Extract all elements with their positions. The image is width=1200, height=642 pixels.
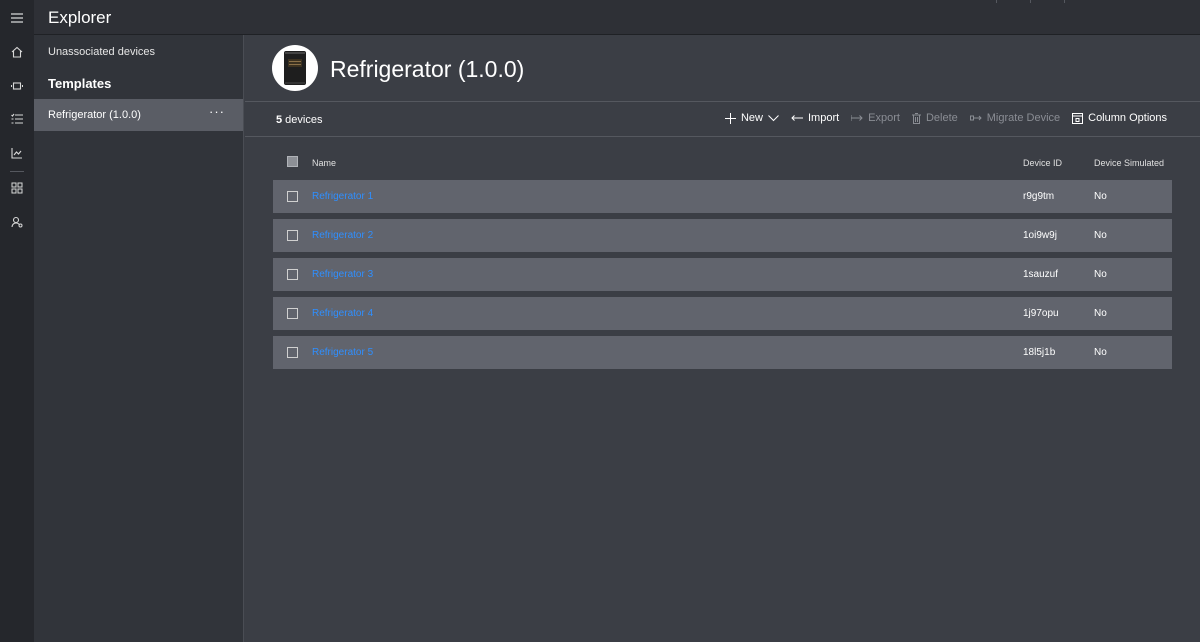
new-button[interactable]: New (724, 112, 779, 124)
import-button[interactable]: Import (791, 112, 839, 124)
new-button-label: New (740, 112, 763, 124)
main-content: Refrigerator (1.0.0) 5 devices New Impor… (245, 35, 1200, 642)
page-header: Refrigerator (1.0.0) (245, 35, 1200, 102)
device-name-link[interactable]: Refrigerator 2 (312, 230, 373, 241)
hamburger-icon[interactable] (0, 3, 34, 33)
migrate-device-button-label: Migrate Device (986, 112, 1061, 124)
rules-icon[interactable] (0, 104, 34, 134)
device-simulated-cell: No (1094, 308, 1107, 319)
import-button-label: Import (807, 112, 840, 124)
template-item-refrigerator[interactable]: Refrigerator (1.0.0) ··· (34, 99, 243, 131)
column-options-icon (1072, 112, 1084, 124)
column-options-button-label: Column Options (1088, 112, 1167, 124)
row-checkbox[interactable] (287, 308, 298, 319)
import-arrow-icon (791, 115, 803, 121)
migrate-device-button[interactable]: Migrate Device (969, 112, 1061, 124)
table-row: Refrigerator 1 r9g9tm No (273, 180, 1172, 213)
row-checkbox[interactable] (287, 191, 298, 202)
page-title: Refrigerator (1.0.0) (330, 56, 525, 82)
dashboard-icon[interactable] (0, 173, 34, 203)
device-id-cell: 18l5j1b (1023, 347, 1056, 358)
toolbar: 5 devices New Import Export Delete Migra… (245, 103, 1200, 137)
column-header-name[interactable]: Name (312, 158, 336, 168)
migrate-icon (969, 115, 982, 121)
device-name-link[interactable]: Refrigerator 4 (312, 308, 373, 319)
table-row: Refrigerator 4 1j97opu No (273, 297, 1172, 330)
unassociated-devices-link[interactable]: Unassociated devices (48, 46, 155, 58)
admin-icon[interactable] (0, 207, 34, 237)
delete-button[interactable]: Delete (911, 112, 958, 124)
top-bar: Explorer (34, 0, 1200, 35)
device-name-link[interactable]: Refrigerator 5 (312, 347, 373, 358)
rail-divider (10, 171, 24, 172)
device-id-cell: 1oi9w9j (1023, 230, 1057, 241)
select-all-checkbox[interactable] (287, 156, 298, 167)
table-row: Refrigerator 2 1oi9w9j No (273, 219, 1172, 252)
delete-button-label: Delete (925, 112, 958, 124)
refrigerator-image-icon (284, 51, 306, 85)
trash-icon (911, 112, 921, 124)
top-bar-tick (1064, 0, 1065, 3)
app-title: Explorer (48, 8, 112, 27)
device-name-link[interactable]: Refrigerator 1 (312, 191, 373, 202)
device-count: 5 devices (276, 114, 322, 126)
device-id-cell: 1sauzuf (1023, 269, 1059, 280)
top-bar-tick (1030, 0, 1031, 3)
column-header-device-id[interactable]: Device ID (1023, 158, 1062, 168)
device-count-suffix: devices (282, 114, 323, 126)
device-simulated-cell: No (1094, 269, 1107, 280)
home-icon[interactable] (0, 37, 34, 67)
more-options-icon[interactable]: ··· (209, 104, 225, 119)
table-row: Refrigerator 3 1sauzuf No (273, 258, 1172, 291)
row-checkbox[interactable] (287, 269, 298, 280)
secondary-nav: Unassociated devices Templates Refrigera… (34, 35, 244, 642)
device-id-cell: 1j97opu (1023, 308, 1059, 319)
export-button[interactable]: Export (851, 112, 900, 124)
table-header: Name Device ID Device Simulated (273, 152, 1172, 174)
devices-table: Name Device ID Device Simulated Refriger… (273, 152, 1172, 369)
column-header-device-simulated[interactable]: Device Simulated (1094, 158, 1164, 168)
column-options-button[interactable]: Column Options (1072, 112, 1167, 124)
export-button-label: Export (868, 112, 900, 124)
device-id-cell: r9g9tm (1023, 191, 1055, 202)
chevron-down-icon (768, 114, 779, 121)
table-row: Refrigerator 5 18l5j1b No (273, 336, 1172, 369)
plus-icon (724, 112, 736, 124)
device-simulated-cell: No (1094, 191, 1107, 202)
row-checkbox[interactable] (287, 347, 298, 358)
device-template-avatar (272, 45, 318, 91)
analytics-icon[interactable] (0, 138, 34, 168)
templates-heading: Templates (48, 76, 112, 91)
row-checkbox[interactable] (287, 230, 298, 241)
device-name-link[interactable]: Refrigerator 3 (312, 269, 373, 280)
export-arrow-icon (851, 115, 863, 121)
device-icon[interactable] (0, 71, 34, 101)
template-item-label: Refrigerator (1.0.0) (48, 109, 141, 121)
device-simulated-cell: No (1094, 347, 1107, 358)
device-simulated-cell: No (1094, 230, 1107, 241)
icon-rail (0, 0, 34, 642)
toolbar-actions: New Import Export Delete Migrate Device (713, 112, 1167, 124)
top-bar-tick (996, 0, 997, 3)
